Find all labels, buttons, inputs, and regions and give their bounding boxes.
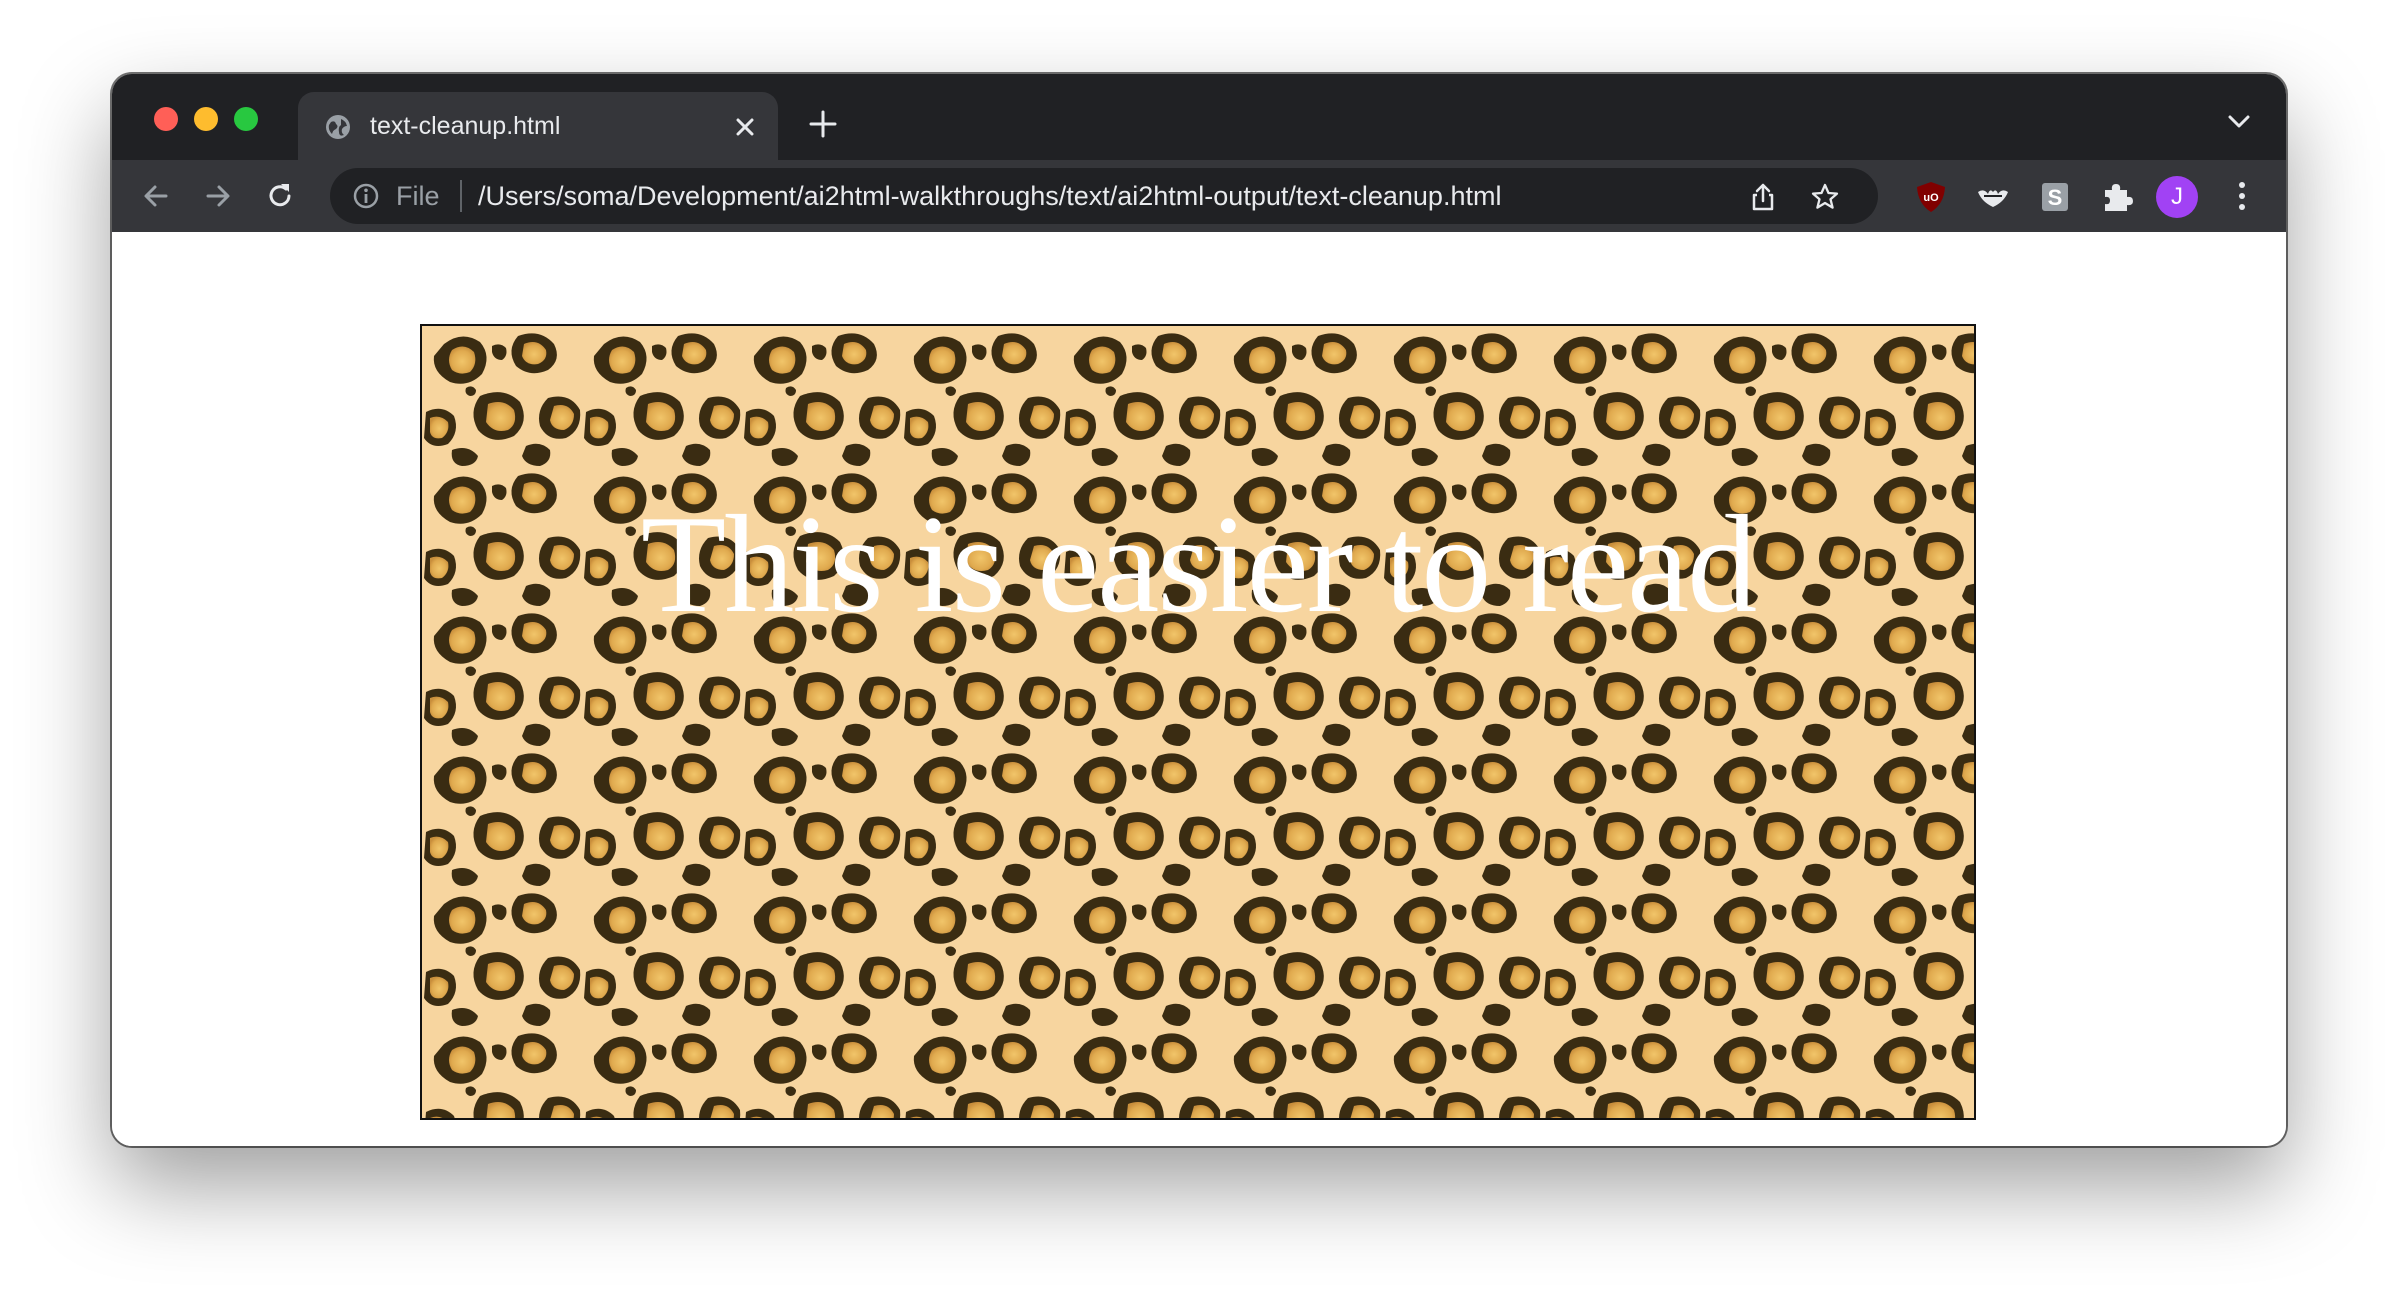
tab-title: text-cleanup.html	[370, 112, 561, 140]
url-text[interactable]: /Users/soma/Development/ai2html-walkthro…	[478, 180, 1501, 212]
ai2html-graphic: This is easier to read	[420, 324, 1976, 1120]
s-extension-icon[interactable]: S	[2038, 180, 2072, 214]
chevron-down-icon[interactable]	[2226, 112, 2252, 132]
puzzle-piece-icon[interactable]	[2100, 180, 2134, 214]
tab-text-cleanup[interactable]: text-cleanup.html	[298, 92, 778, 160]
minimize-window-button[interactable]	[194, 107, 218, 131]
page-viewport: This is easier to read	[112, 232, 2286, 1146]
url-scheme-chip: File	[396, 181, 440, 211]
close-window-button[interactable]	[154, 107, 178, 131]
forward-arrow-icon[interactable]	[202, 180, 234, 212]
leopard-print-pattern	[422, 326, 1974, 1118]
fullscreen-window-button[interactable]	[234, 107, 258, 131]
new-tab-icon[interactable]	[808, 109, 838, 139]
share-icon[interactable]	[1748, 182, 1778, 212]
svg-text:S: S	[2048, 185, 2063, 210]
bat-extension-icon[interactable]	[1976, 180, 2010, 214]
close-tab-icon[interactable]	[732, 114, 758, 140]
globe-icon	[326, 115, 350, 139]
back-arrow-icon[interactable]	[140, 180, 172, 212]
omnibox-divider	[460, 180, 462, 212]
reload-icon[interactable]	[264, 180, 296, 212]
profile-avatar[interactable]: J	[2156, 176, 2198, 218]
browser-toolbar: File /Users/soma/Development/ai2html-wal…	[112, 160, 2286, 234]
browser-window: text-cleanup.html File /Users/soma/Devel…	[112, 74, 2286, 1146]
ublock-origin-icon[interactable]: uO	[1914, 180, 1948, 214]
graphic-headline: This is easier to read	[640, 487, 1758, 642]
info-icon[interactable]	[352, 182, 380, 210]
desktop-background: text-cleanup.html File /Users/soma/Devel…	[0, 0, 2398, 1294]
kebab-menu-icon[interactable]	[2236, 180, 2248, 212]
svg-text:uO: uO	[1923, 192, 1939, 204]
tab-strip: text-cleanup.html	[112, 74, 2286, 160]
address-bar[interactable]: File /Users/soma/Development/ai2html-wal…	[330, 168, 1878, 224]
bookmark-star-icon[interactable]	[1810, 182, 1840, 212]
